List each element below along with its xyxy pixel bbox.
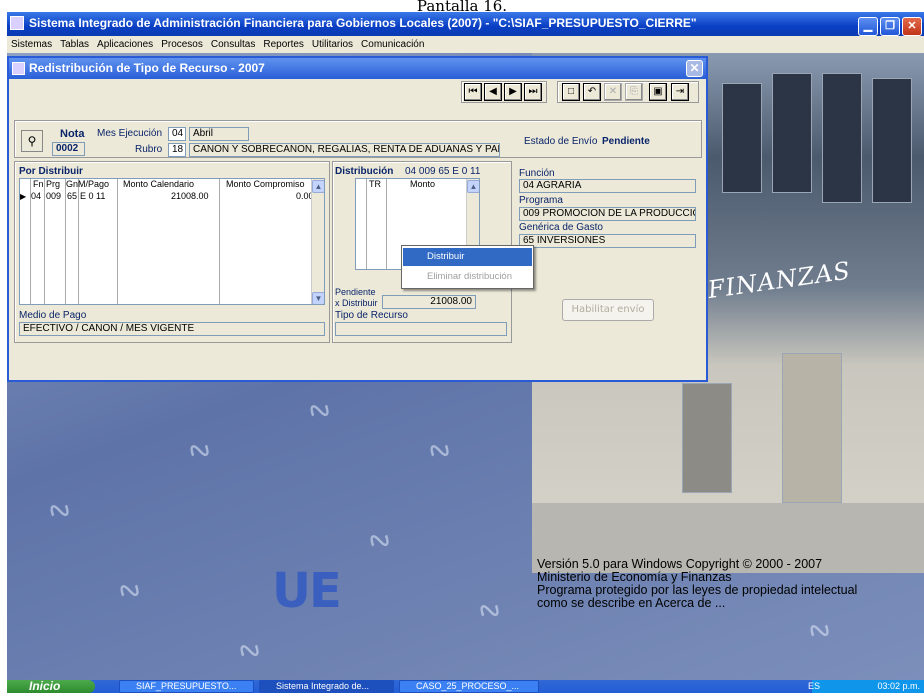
scroll-down-icon[interactable]: ▼ bbox=[312, 292, 324, 304]
col-tr: TR bbox=[369, 179, 381, 189]
mes-number-field[interactable]: 04 bbox=[168, 127, 186, 141]
distribucion-title: Distribución bbox=[335, 166, 394, 177]
task-sistema-integrado[interactable]: Sistema Integrado de... bbox=[259, 680, 394, 693]
ue-logo: UE bbox=[272, 563, 342, 619]
cell-monto-calendario[interactable]: 21008.00 bbox=[171, 191, 209, 202]
delete-icon[interactable]: ✕ bbox=[604, 83, 622, 101]
por-distribuir-title: Por Distribuir bbox=[19, 166, 83, 177]
por-distribuir-grid: Fn Prg Gn M/Pago Monto Calendario Monto … bbox=[19, 178, 325, 305]
menu-consultas[interactable]: Consultas bbox=[211, 39, 255, 50]
last-record-icon[interactable]: ⏭ bbox=[524, 83, 542, 101]
generica-label: Genérica de Gasto bbox=[519, 222, 603, 233]
cell-fn[interactable]: 04 bbox=[31, 191, 41, 202]
col-gn: Gn bbox=[66, 179, 79, 189]
task-caso-25[interactable]: CASO_25_PROCESO_... bbox=[399, 680, 539, 693]
col-fn: Fn bbox=[33, 179, 44, 189]
nota-label: Nota bbox=[60, 128, 85, 140]
rubro-name-field: CANON Y SOBRECANON, REGALIAS, RENTA DE A… bbox=[189, 143, 500, 157]
taskbar: Inicio SIAF_PRESUPUESTO... Sistema Integ… bbox=[7, 680, 924, 693]
programa-field: 009 PROMOCION DE LA PRODUCCION bbox=[519, 207, 696, 221]
clock: 03:02 p.m. bbox=[877, 681, 920, 691]
menu-utilitarios[interactable]: Utilitarios bbox=[312, 39, 353, 50]
row-pointer-icon: ▶ bbox=[20, 192, 27, 201]
col-monto-calendario: Monto Calendario bbox=[123, 179, 195, 189]
version-info: Versión 5.0 para Windows Copyright © 200… bbox=[537, 558, 922, 610]
tipo-recurso-label: Tipo de Recurso bbox=[335, 310, 408, 321]
col-monto: Monto bbox=[410, 179, 436, 189]
redistribucion-dialog: Redistribución de Tipo de Recurso - 2007… bbox=[7, 56, 708, 382]
generica-field: 65 INVERSIONES bbox=[519, 234, 696, 248]
previous-record-icon[interactable]: ◀ bbox=[484, 83, 502, 101]
copy-icon[interactable]: ⎘ bbox=[625, 83, 643, 101]
undo-icon[interactable]: ↶ bbox=[583, 83, 601, 101]
mes-name-field: Abril bbox=[189, 127, 249, 141]
menu-procesos[interactable]: Procesos bbox=[161, 39, 203, 50]
dialog-title: Redistribución de Tipo de Recurso - 2007 bbox=[29, 61, 265, 75]
dialog-app-icon bbox=[12, 62, 25, 75]
tipo-recurso-field[interactable] bbox=[335, 322, 507, 336]
distribucion-code: 04 009 65 E 0 11 bbox=[405, 166, 481, 177]
save-icon[interactable]: ▣ bbox=[649, 83, 667, 101]
grid-scrollbar[interactable]: ▲ ▼ bbox=[311, 179, 324, 304]
menu-tablas[interactable]: Tablas bbox=[60, 39, 89, 50]
about-line: como se describe en Acerca de ... bbox=[537, 596, 726, 610]
menu-sistemas[interactable]: Sistemas bbox=[11, 39, 52, 50]
dialog-close-icon[interactable]: ✕ bbox=[686, 60, 703, 77]
scroll-up-icon[interactable]: ▲ bbox=[312, 180, 324, 193]
estado-envio-value: Pendiente bbox=[602, 136, 650, 147]
habilitar-envio-button[interactable]: Habilitar envío bbox=[562, 299, 654, 321]
estado-envio-label: Estado de Envío bbox=[524, 136, 598, 147]
rubro-label: Rubro bbox=[135, 144, 163, 155]
start-button[interactable]: Inicio bbox=[7, 680, 95, 693]
main-window-title: Sistema Integrado de Administración Fina… bbox=[29, 16, 697, 30]
medio-pago-field: EFECTIVO / CANON / MES VIGENTE bbox=[19, 322, 325, 336]
medio-pago-label: Medio de Pago bbox=[19, 310, 87, 321]
window-controls: ▁ ❐ ✕ bbox=[856, 14, 922, 36]
next-record-icon[interactable]: ▶ bbox=[504, 83, 522, 101]
restore-icon[interactable]: ❐ bbox=[880, 17, 900, 36]
x-distribuir-label: x Distribuir bbox=[335, 298, 378, 308]
cell-mpago[interactable]: E 0 11 bbox=[80, 191, 105, 202]
col-prg: Prg bbox=[46, 179, 61, 189]
cell-gn[interactable]: 65 bbox=[67, 191, 77, 202]
exit-icon[interactable]: ⇥ bbox=[671, 83, 689, 101]
mes-ejecucion-label: Mes Ejecución bbox=[97, 128, 163, 139]
task-siaf-presupuesto[interactable]: SIAF_PRESUPUESTO... bbox=[119, 680, 254, 693]
programa-label: Programa bbox=[519, 195, 563, 206]
pendiente-value: 21008.00 bbox=[382, 295, 476, 309]
menu-bar: Sistemas Tablas Aplicaciones Procesos Consul… bbox=[7, 36, 924, 53]
minimize-icon[interactable]: ▁ bbox=[858, 17, 878, 36]
search-binoculars-icon[interactable]: ⚲ bbox=[21, 130, 43, 152]
menu-reportes[interactable]: Reportes bbox=[263, 39, 304, 50]
menu-eliminar-distribucion[interactable]: Eliminar distribución bbox=[403, 268, 532, 286]
language-indicator[interactable]: ES bbox=[808, 680, 820, 693]
rubro-number-field[interactable]: 18 bbox=[168, 143, 186, 157]
system-tray: ES 03:02 p.m. bbox=[808, 680, 924, 693]
funcion-field: 04 AGRARIA bbox=[519, 179, 696, 193]
col-monto-compromiso: Monto Compromiso bbox=[226, 179, 305, 189]
menu-distribuir[interactable]: Distribuir bbox=[403, 248, 532, 266]
main-title-bar: Sistema Integrado de Administración Fina… bbox=[7, 12, 924, 36]
menu-comunicacion[interactable]: Comunicación bbox=[361, 39, 424, 50]
col-mpago: M/Pago bbox=[78, 179, 110, 189]
first-record-icon[interactable]: ⏮ bbox=[464, 83, 482, 101]
dialog-title-bar: Redistribución de Tipo de Recurso - 2007… bbox=[9, 58, 706, 79]
nota-field[interactable]: 0002 bbox=[52, 142, 85, 156]
close-icon[interactable]: ✕ bbox=[902, 17, 922, 36]
app-icon bbox=[10, 16, 24, 30]
new-record-icon[interactable]: □ bbox=[562, 83, 580, 101]
cell-prg[interactable]: 009 bbox=[46, 191, 61, 202]
distribucion-scroll-up-icon[interactable]: ▲ bbox=[467, 180, 479, 193]
menu-aplicaciones[interactable]: Aplicaciones bbox=[97, 39, 153, 50]
context-menu: Distribuir Eliminar distribución bbox=[401, 245, 534, 289]
